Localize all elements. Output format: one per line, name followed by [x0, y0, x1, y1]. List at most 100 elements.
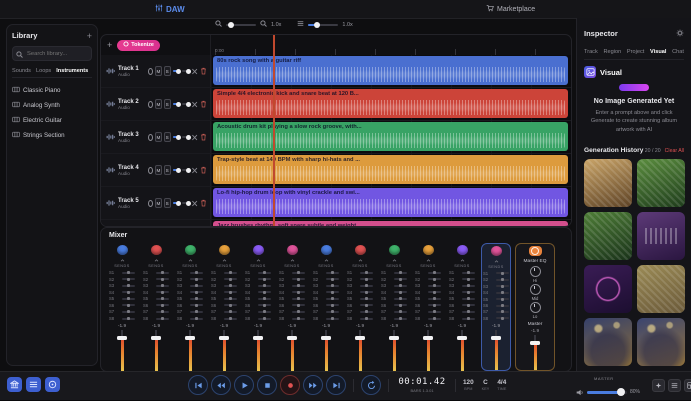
- fast-forward-button[interactable]: [303, 375, 323, 395]
- send-level-slider[interactable]: [190, 298, 203, 300]
- send-level-slider[interactable]: [360, 311, 373, 313]
- send-level-slider[interactable]: [496, 279, 509, 281]
- pan-knob[interactable]: [355, 245, 366, 255]
- track-volume-slider[interactable]: [173, 70, 180, 72]
- master-knob[interactable]: [529, 246, 542, 256]
- send-level-slider[interactable]: [258, 285, 271, 287]
- track-pan-slider[interactable]: [182, 103, 189, 105]
- sparkle-button[interactable]: [652, 379, 665, 392]
- solo-button[interactable]: S: [164, 132, 171, 142]
- send-level-slider[interactable]: [428, 272, 441, 274]
- send-level-slider[interactable]: [292, 318, 305, 320]
- play-button[interactable]: [234, 375, 254, 395]
- browser-toggle-button[interactable]: [45, 377, 60, 392]
- pan-knob[interactable]: [117, 245, 128, 255]
- audio-clip[interactable]: Acoustic drum kit playing a slow rock gr…: [213, 122, 568, 151]
- send-level-slider[interactable]: [496, 292, 509, 294]
- send-level-slider[interactable]: [462, 278, 475, 280]
- mixer-channel-2[interactable]: SENDSS1S2S3S4S5S6S7S8-1.9: [141, 243, 171, 371]
- channel-fader[interactable]: [530, 335, 540, 370]
- master-volume-slider[interactable]: [587, 391, 627, 394]
- track-volume-slider[interactable]: [173, 169, 180, 171]
- send-level-slider[interactable]: [224, 311, 237, 313]
- record-arm-button[interactable]: [148, 68, 153, 75]
- send-level-slider[interactable]: [292, 304, 305, 306]
- send-level-slider[interactable]: [258, 278, 271, 280]
- pan-knob[interactable]: [151, 245, 162, 255]
- send-level-slider[interactable]: [394, 291, 407, 293]
- send-level-slider[interactable]: [326, 272, 339, 274]
- delete-track-button[interactable]: [200, 194, 207, 212]
- mixer-channel-10[interactable]: SENDSS1S2S3S4S5S6S7S8-1.9: [413, 243, 443, 371]
- delete-track-button[interactable]: [200, 95, 207, 113]
- mute-button[interactable]: M: [155, 66, 162, 76]
- track-header[interactable]: Track 5AudioMS: [101, 187, 211, 219]
- send-level-slider[interactable]: [360, 304, 373, 306]
- inspector-tab-chat[interactable]: Chat: [672, 49, 684, 55]
- send-level-slider[interactable]: [156, 291, 169, 293]
- history-thumb-starry-night-street-2[interactable]: [637, 318, 685, 366]
- channel-fader[interactable]: [117, 330, 127, 371]
- send-level-slider[interactable]: [394, 272, 407, 274]
- send-level-slider[interactable]: [496, 317, 509, 319]
- audio-clip[interactable]: Lo-fi hip-hop drum loop with vinyl crack…: [213, 188, 568, 217]
- pan-knob[interactable]: [253, 245, 264, 255]
- mixer-channel-9[interactable]: SENDSS1S2S3S4S5S6S7S8-1.9: [379, 243, 409, 371]
- send-level-slider[interactable]: [428, 311, 441, 313]
- library-toggle-button[interactable]: [7, 377, 22, 392]
- zoom-in-icon[interactable]: [260, 20, 267, 29]
- send-level-slider[interactable]: [258, 272, 271, 274]
- send-level-slider[interactable]: [326, 285, 339, 287]
- send-level-slider[interactable]: [122, 311, 135, 313]
- send-level-slider[interactable]: [496, 285, 509, 287]
- eq-band-knob[interactable]: [530, 302, 541, 313]
- mixer-channel-6[interactable]: SENDSS1S2S3S4S5S6S7S8-1.9: [277, 243, 307, 371]
- send-level-slider[interactable]: [428, 304, 441, 306]
- solo-button[interactable]: S: [164, 165, 171, 175]
- pan-knob[interactable]: [287, 245, 298, 255]
- send-level-slider[interactable]: [326, 298, 339, 300]
- send-level-slider[interactable]: [156, 272, 169, 274]
- audio-clip[interactable]: Simple 4/4 electronic kick and snare bea…: [213, 89, 568, 118]
- library-tab-instruments[interactable]: Instruments: [56, 68, 88, 74]
- generate-button[interactable]: [619, 84, 649, 91]
- track-pan-slider[interactable]: [182, 136, 189, 138]
- send-level-slider[interactable]: [122, 272, 135, 274]
- library-add-button[interactable]: +: [87, 32, 92, 40]
- audio-clip[interactable]: 80s rock song with a guitar riff: [213, 56, 568, 85]
- record-arm-button[interactable]: [148, 200, 153, 207]
- send-level-slider[interactable]: [394, 318, 407, 320]
- send-level-slider[interactable]: [122, 318, 135, 320]
- pan-knob[interactable]: [423, 245, 434, 255]
- library-search[interactable]: [12, 46, 92, 61]
- channel-fader[interactable]: [219, 330, 229, 371]
- audio-clip[interactable]: Trap-style beat at 140 BPM with sharp hi…: [213, 155, 568, 184]
- solo-button[interactable]: S: [164, 66, 171, 76]
- pan-knob[interactable]: [219, 245, 230, 255]
- solo-button[interactable]: S: [164, 198, 171, 208]
- send-level-slider[interactable]: [496, 305, 509, 307]
- send-level-slider[interactable]: [462, 318, 475, 320]
- send-level-slider[interactable]: [292, 272, 305, 274]
- inspector-tab-project[interactable]: Project: [627, 49, 644, 55]
- mixer-channel-7[interactable]: SENDSS1S2S3S4S5S6S7S8-1.9: [311, 243, 341, 371]
- library-item-strings-section[interactable]: Strings Section: [12, 128, 92, 143]
- tokenize-button[interactable]: Tokenize: [117, 40, 160, 51]
- send-level-slider[interactable]: [394, 311, 407, 313]
- send-level-slider[interactable]: [156, 304, 169, 306]
- track-header[interactable]: Track 2AudioMS: [101, 88, 211, 120]
- send-level-slider[interactable]: [326, 304, 339, 306]
- track-pan-slider[interactable]: [182, 70, 189, 72]
- mixer-channel-8[interactable]: SENDSS1S2S3S4S5S6S7S8-1.9: [345, 243, 375, 371]
- library-tab-sounds[interactable]: Sounds: [12, 68, 31, 74]
- history-thumb-starry-night-street[interactable]: [584, 318, 632, 366]
- track-volume-slider[interactable]: [173, 136, 180, 138]
- send-level-slider[interactable]: [258, 298, 271, 300]
- send-level-slider[interactable]: [122, 291, 135, 293]
- pan-knob[interactable]: [321, 245, 332, 255]
- gear-icon[interactable]: [676, 24, 684, 42]
- mixer-toggle-button[interactable]: [26, 377, 41, 392]
- send-level-slider[interactable]: [496, 311, 509, 313]
- send-level-slider[interactable]: [428, 278, 441, 280]
- mixer-channel-1[interactable]: SENDSS1S2S3S4S5S6S7S8-1.9: [107, 243, 137, 371]
